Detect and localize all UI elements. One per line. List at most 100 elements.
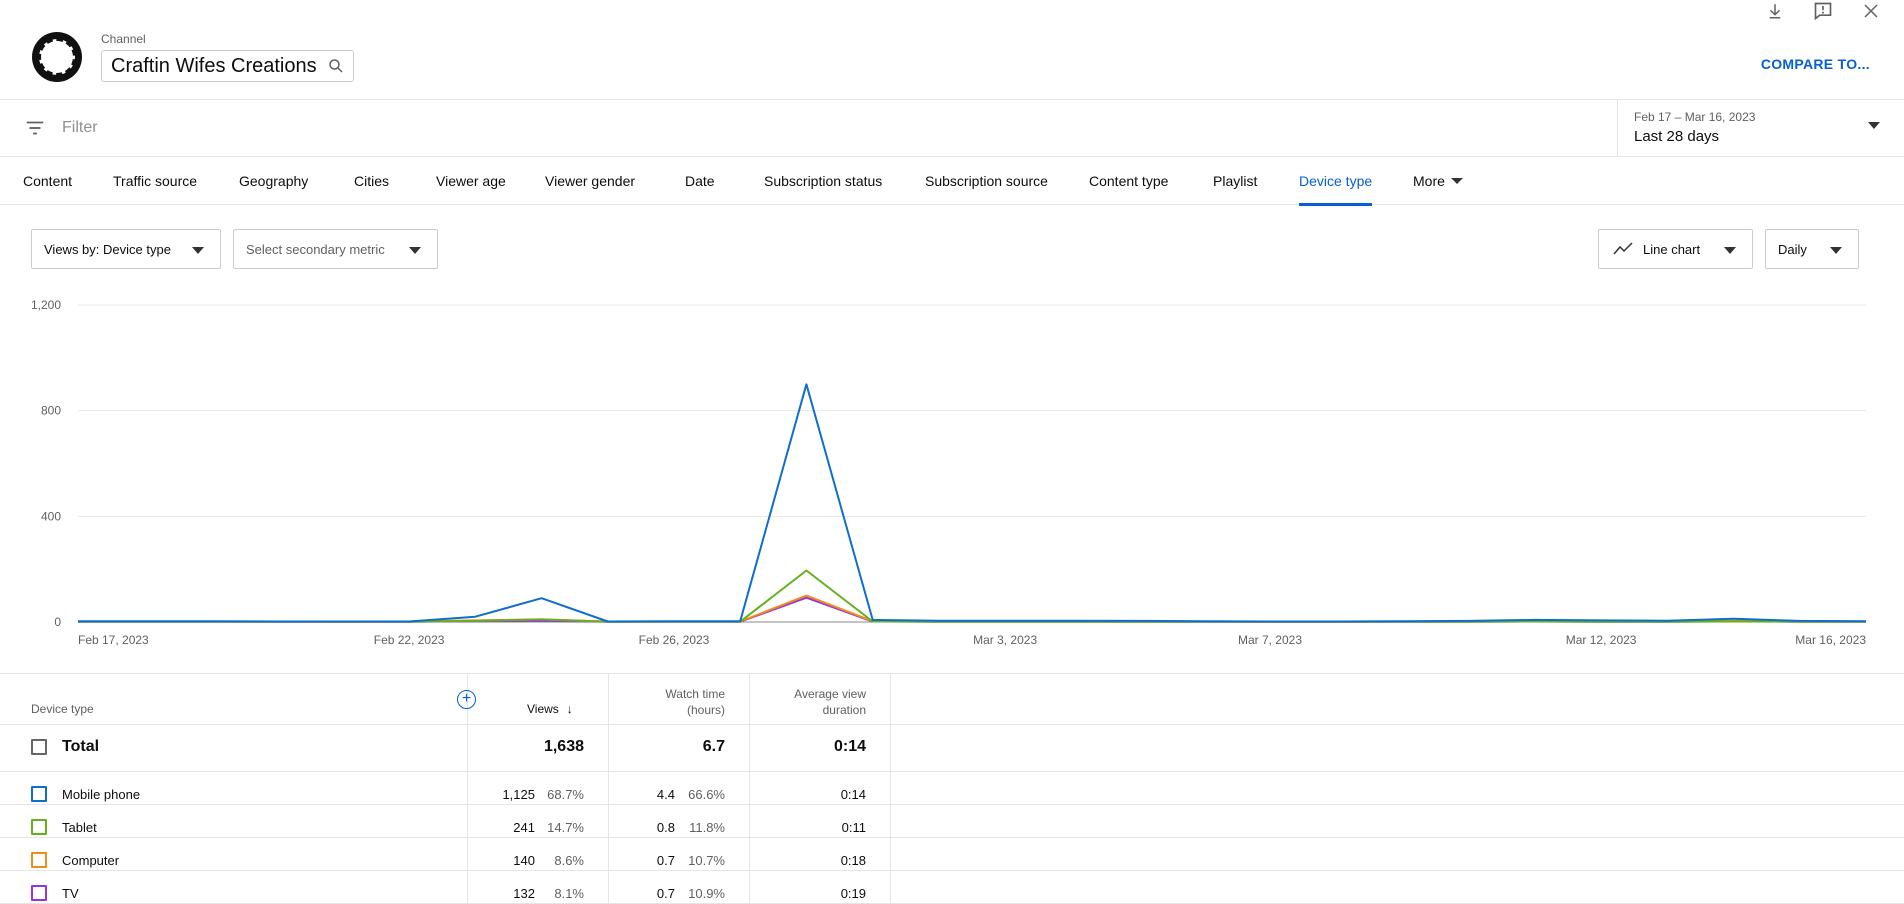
y-tick-label: 800: [41, 404, 61, 418]
filter-input[interactable]: Filter: [62, 119, 98, 137]
channel-name: Craftin Wifes Creations: [111, 54, 317, 77]
chart-type-dropdown[interactable]: Line chart: [1598, 229, 1753, 269]
line-chart-icon: [1613, 242, 1633, 255]
row-divider: [0, 837, 1904, 838]
computer-checkbox[interactable]: [31, 852, 47, 868]
chevron-down-icon: [1450, 178, 1463, 184]
row-watch-time: 4.4: [656, 787, 675, 802]
primary-metric-dropdown[interactable]: Views by: Device type: [31, 229, 221, 269]
row-avg-duration: 0:14: [840, 787, 866, 802]
compare-to-button[interactable]: COMPARE TO...: [1761, 56, 1870, 72]
add-column-icon[interactable]: +: [457, 690, 476, 709]
channel-selector[interactable]: Craftin Wifes Creations: [101, 50, 354, 82]
row-views: 132: [513, 886, 535, 901]
filter-icon[interactable]: [24, 117, 46, 139]
x-tick-label: Mar 12, 2023: [1566, 633, 1637, 647]
row-watch-time: 0.7: [656, 886, 675, 901]
row-label: Computer: [62, 853, 120, 868]
date-range-selector[interactable]: Feb 17 – Mar 16, 2023 Last 28 days: [1617, 100, 1904, 157]
sort-arrow-icon: ↓: [566, 702, 573, 716]
column-header-views[interactable]: Views ↓: [527, 702, 573, 716]
tab-subscription-status[interactable]: Subscription status: [764, 157, 882, 205]
x-tick-label: Mar 7, 2023: [1238, 633, 1302, 647]
row-divider: [0, 724, 1904, 725]
row-avg-duration: 0:19: [840, 886, 866, 901]
x-tick-label: Feb 26, 2023: [639, 633, 710, 647]
tab-viewer-gender[interactable]: Viewer gender: [545, 157, 635, 205]
tab-subscription-source[interactable]: Subscription source: [925, 157, 1048, 205]
filter-bar: Filter Feb 17 – Mar 16, 2023 Last 28 day…: [0, 100, 1904, 157]
tab-geography[interactable]: Geography: [239, 157, 308, 205]
x-tick-label: Feb 22, 2023: [374, 633, 445, 647]
row-watch-pct: 10.9%: [688, 886, 725, 901]
total-views: 1,638: [543, 738, 584, 755]
total-avg-duration: 0:14: [833, 738, 866, 755]
tab-date[interactable]: Date: [685, 157, 715, 205]
row-divider: [0, 771, 1904, 772]
chevron-down-icon: [409, 247, 421, 254]
row-watch-time: 0.8: [656, 820, 675, 835]
dimension-tabs: Content Traffic source Geography Cities …: [0, 157, 1904, 206]
download-icon[interactable]: [1764, 0, 1786, 22]
y-tick-label: 0: [54, 615, 61, 629]
series-line-mobile-phone: [78, 383, 1867, 623]
row-divider: [0, 804, 1904, 805]
chevron-down-icon: [1724, 247, 1736, 254]
row-label: Tablet: [62, 820, 97, 835]
series-line-computer: [78, 594, 1866, 623]
chevron-down-icon: [1868, 122, 1880, 129]
date-preset-text: Last 28 days: [1634, 128, 1720, 145]
header-bar: Channel Craftin Wifes Creations COMPARE …: [0, 0, 1904, 100]
row-watch-pct: 10.7%: [688, 853, 725, 868]
column-header-avg-view-duration[interactable]: Average view duration: [749, 686, 866, 718]
tab-traffic-source[interactable]: Traffic source: [113, 157, 197, 205]
tab-viewer-age[interactable]: Viewer age: [436, 157, 506, 205]
column-header-watch-time[interactable]: Watch time (hours): [608, 686, 725, 718]
row-views-pct: 8.1%: [554, 886, 584, 901]
x-tick-label: Mar 16, 2023: [1795, 633, 1866, 647]
tab-playlist[interactable]: Playlist: [1213, 157, 1257, 205]
column-header-device-type[interactable]: Device type: [31, 702, 94, 716]
views-line-chart: 0 400 800 1,200 Feb 17, 2023 Feb 22, 2023 Feb …: [0, 290, 1904, 660]
device-type-table: Device type + Views ↓ Watch time (hours) A…: [0, 673, 1904, 904]
row-watch-pct: 11.8%: [689, 820, 725, 835]
row-label: Mobile phone: [62, 787, 141, 802]
total-checkbox[interactable]: [31, 739, 47, 755]
channel-avatar[interactable]: [32, 32, 82, 82]
y-tick-label: 400: [41, 509, 61, 523]
tab-device-type[interactable]: Device type: [1299, 157, 1373, 206]
row-views: 1,125: [502, 787, 535, 802]
row-views-pct: 8.6%: [554, 853, 584, 868]
date-range-text: Feb 17 – Mar 16, 2023: [1634, 110, 1756, 124]
total-watch-time: 6.7: [702, 738, 725, 755]
x-tick-label: Mar 3, 2023: [973, 633, 1037, 647]
row-avg-duration: 0:18: [840, 853, 866, 868]
row-watch-pct: 66.6%: [688, 787, 725, 802]
total-label: Total: [62, 738, 100, 755]
mobile-phone-checkbox[interactable]: [31, 786, 47, 802]
channel-logo: [39, 39, 75, 75]
search-icon[interactable]: [327, 57, 345, 75]
chart-canvas: 0 400 800 1,200 Feb 17, 2023 Feb 22, 2023 Feb …: [31, 298, 1867, 647]
close-icon[interactable]: [1860, 0, 1882, 22]
row-divider: [0, 870, 1904, 871]
row-views-pct: 68.7%: [547, 787, 584, 802]
row-views-pct: 14.7%: [547, 820, 584, 835]
x-tick-label: Feb 17, 2023: [78, 633, 149, 647]
interval-dropdown[interactable]: Daily: [1765, 229, 1859, 269]
row-views: 140: [513, 853, 535, 868]
row-label: TV: [62, 886, 79, 901]
tab-more[interactable]: More: [1413, 157, 1463, 205]
row-avg-duration: 0:11: [841, 820, 866, 835]
y-tick-label: 1,200: [31, 298, 61, 312]
tv-checkbox[interactable]: [31, 885, 47, 901]
tablet-checkbox[interactable]: [31, 819, 47, 835]
secondary-metric-dropdown[interactable]: Select secondary metric: [233, 229, 438, 269]
tab-content[interactable]: Content: [23, 157, 72, 205]
row-views: 241: [513, 820, 535, 835]
tab-content-type[interactable]: Content type: [1089, 157, 1168, 205]
row-watch-time: 0.7: [656, 853, 675, 868]
tab-cities[interactable]: Cities: [354, 157, 389, 205]
chevron-down-icon: [1830, 247, 1842, 254]
feedback-icon[interactable]: [1812, 0, 1834, 22]
